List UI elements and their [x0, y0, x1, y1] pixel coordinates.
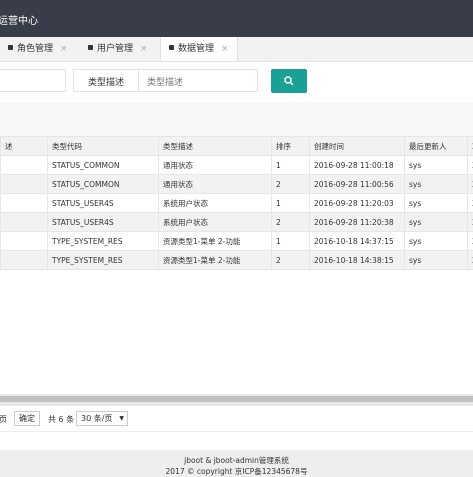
- table-row[interactable]: STATUS_COMMON 通用状态 2 2016-09-28 11:00:56…: [0, 174, 473, 194]
- table-cell: [0, 231, 48, 251]
- tab-label: 数据管理: [178, 44, 215, 54]
- table-cell: sys: [404, 174, 468, 194]
- table-cell: 通用状态: [158, 155, 272, 175]
- column-header: 述: [0, 136, 48, 156]
- search-bar: 类型描述 类型描述: [0, 61, 473, 103]
- confirm-button[interactable]: 确定: [14, 411, 40, 426]
- search-button[interactable]: [271, 69, 307, 93]
- table-cell: 2: [467, 155, 473, 175]
- column-header: 类型代码: [47, 136, 159, 156]
- table-cell: sys: [404, 250, 468, 270]
- footer-line1: jboot & jboot-admin管理系统: [184, 456, 289, 465]
- table-cell: 2: [467, 193, 473, 213]
- horizontal-scrollbar[interactable]: [0, 394, 473, 406]
- table-cell: 2: [467, 250, 473, 270]
- table-cell: sys: [404, 231, 468, 251]
- table-cell: 2016-10-18 14:38:15: [309, 250, 405, 270]
- column-header: 2: [467, 136, 473, 156]
- chevron-down-icon: ▼: [119, 415, 124, 422]
- tab-bar: 角色管理 × 用户管理 × 数据管理 ×: [0, 37, 473, 62]
- pagination: 页 确定 共 6 条 30 条/页 ▼: [0, 406, 473, 432]
- table-cell: 2016-09-28 11:20:38: [309, 212, 405, 232]
- table-cell: sys: [404, 212, 468, 232]
- app-title: 运营中心: [0, 16, 38, 27]
- column-header: 创建时间: [309, 136, 405, 156]
- lock-icon: [169, 45, 174, 50]
- table-row[interactable]: STATUS_COMMON 通用状态 1 2016-09-28 11:00:18…: [0, 155, 473, 175]
- table-cell: 2016-10-18 14:37:15: [309, 231, 405, 251]
- table-cell: 系统用户状态: [158, 212, 272, 232]
- table-cell: [0, 250, 48, 270]
- close-icon[interactable]: ×: [60, 44, 68, 54]
- table-cell: [0, 155, 48, 175]
- close-icon[interactable]: ×: [140, 44, 148, 54]
- tab-label: 角色管理: [17, 44, 54, 54]
- lock-icon: [8, 45, 13, 50]
- table-cell: 2: [271, 250, 310, 270]
- table-cell: 2016-09-28 11:20:03: [309, 193, 405, 213]
- table-cell: 通用状态: [158, 174, 272, 194]
- page-size-select[interactable]: 30 条/页 ▼: [76, 411, 128, 426]
- column-header: 排序: [271, 136, 310, 156]
- data-table: 述 类型代码 类型描述 排序 创建时间 最后更新人 2 STATUS_COMMO…: [0, 136, 473, 270]
- table-cell: 1: [271, 155, 310, 175]
- table-row[interactable]: TYPE_SYSTEM_RES 资源类型1-菜单 2-功能 1 2016-10-…: [0, 231, 473, 251]
- table-cell: sys: [404, 155, 468, 175]
- table-header: 述 类型代码 类型描述 排序 创建时间 最后更新人 2: [0, 136, 473, 156]
- table-cell: STATUS_COMMON: [47, 174, 159, 194]
- table-cell: 资源类型1-菜单 2-功能: [158, 250, 272, 270]
- table-cell: 2016-09-28 11:00:18: [309, 155, 405, 175]
- table-cell: 系统用户状态: [158, 193, 272, 213]
- table-cell: [0, 174, 48, 194]
- table-cell: [0, 212, 48, 232]
- column-header: 最后更新人: [404, 136, 468, 156]
- table-cell: STATUS_USER4S: [47, 212, 159, 232]
- tab-label: 用户管理: [97, 44, 134, 54]
- table-row[interactable]: STATUS_USER4S 系统用户状态 2 2016-09-28 11:20:…: [0, 212, 473, 232]
- table-cell: 2: [467, 174, 473, 194]
- tab-data-management[interactable]: 数据管理 ×: [160, 37, 238, 61]
- lock-icon: [88, 45, 93, 50]
- table-cell: 1: [271, 193, 310, 213]
- code-search-input[interactable]: [0, 69, 66, 92]
- search-icon: [284, 76, 294, 86]
- toolbar-area: [0, 102, 473, 136]
- footer-line2: 2017 © copyright 京ICP备12345678号: [165, 467, 308, 476]
- table-cell: TYPE_SYSTEM_RES: [47, 250, 159, 270]
- footer: jboot & jboot-admin管理系统 2017 © copyright…: [0, 450, 473, 477]
- type-desc-label: 类型描述: [88, 78, 125, 88]
- scrollbar-thumb[interactable]: [0, 396, 473, 402]
- table-row[interactable]: TYPE_SYSTEM_RES 资源类型1-菜单 2-功能 2 2016-10-…: [0, 250, 473, 270]
- table-cell: 2016-09-28 11:00:56: [309, 174, 405, 194]
- table-cell: STATUS_COMMON: [47, 155, 159, 175]
- table-cell: 2: [467, 212, 473, 232]
- total-count: 共 6 条: [48, 415, 75, 424]
- page-size-value: 30 条/页: [81, 414, 113, 423]
- table-cell: [0, 193, 48, 213]
- table-cell: 2: [271, 174, 310, 194]
- table-cell: STATUS_USER4S: [47, 193, 159, 213]
- tab-role-management[interactable]: 角色管理 ×: [8, 37, 68, 61]
- table-row[interactable]: STATUS_USER4S 系统用户状态 1 2016-09-28 11:20:…: [0, 193, 473, 213]
- table-cell: 1: [271, 231, 310, 251]
- type-desc-input[interactable]: 类型描述: [147, 75, 183, 88]
- table-cell: 资源类型1-菜单 2-功能: [158, 231, 272, 251]
- tab-user-management[interactable]: 用户管理 ×: [88, 37, 148, 61]
- table-cell: 2: [271, 212, 310, 232]
- table-cell: 2: [467, 231, 473, 251]
- table-cell: TYPE_SYSTEM_RES: [47, 231, 159, 251]
- close-icon[interactable]: ×: [221, 44, 229, 54]
- column-header: 类型描述: [158, 136, 272, 156]
- page-suffix: 页: [0, 415, 7, 424]
- top-header: 运营中心: [0, 0, 473, 37]
- table-cell: sys: [404, 193, 468, 213]
